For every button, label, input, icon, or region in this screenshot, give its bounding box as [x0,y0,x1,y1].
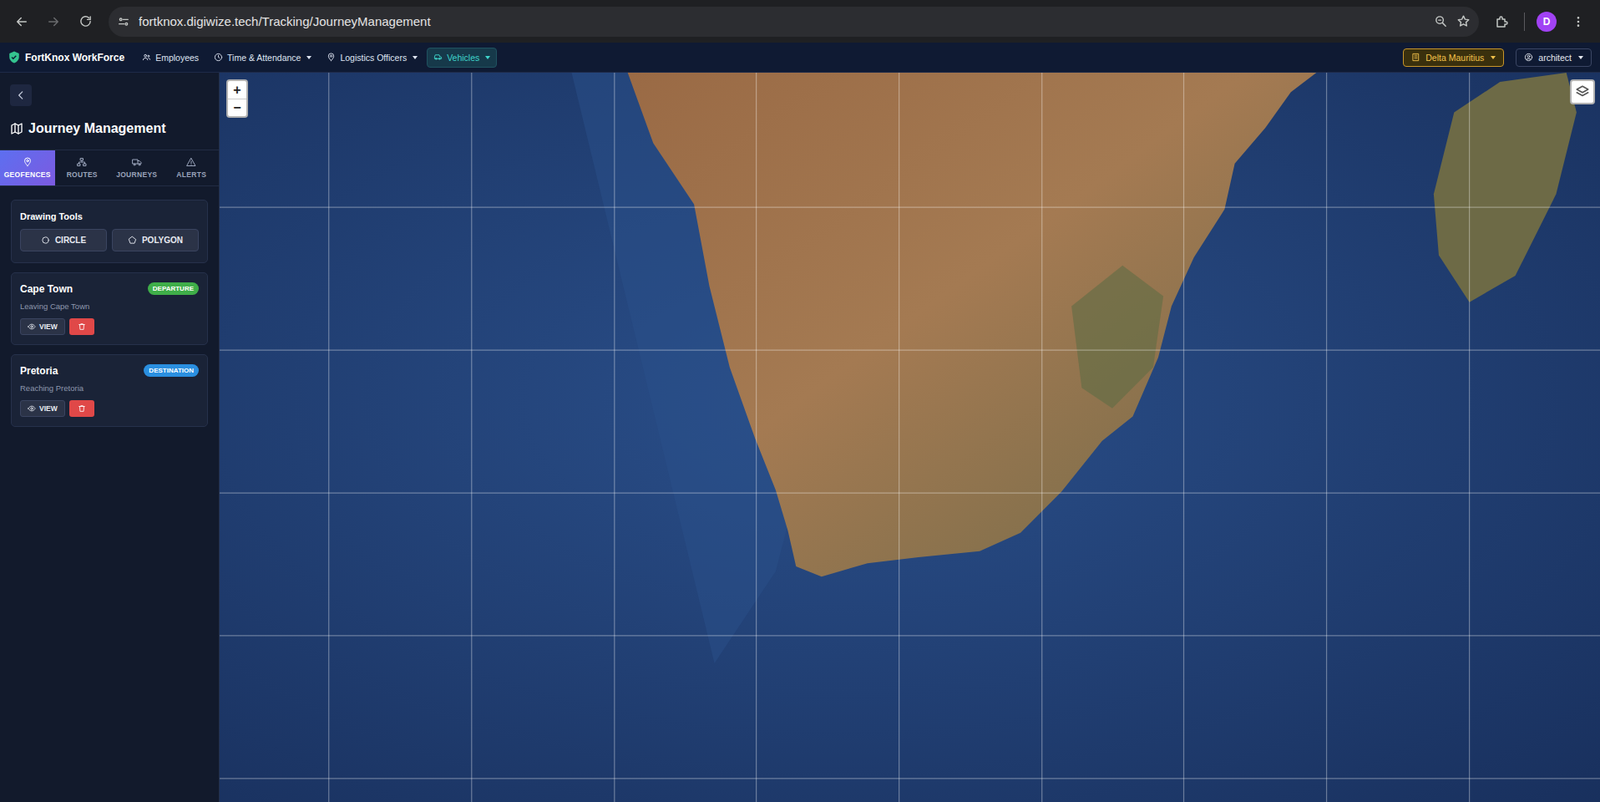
site-settings-icon [116,15,131,29]
tab[interactable]: ROUTES [55,150,111,186]
nav-label: Logistics Officers [339,52,407,63]
shield-logo-icon [8,50,21,64]
title-text: Journey Management [28,121,166,137]
pin-icon [22,156,33,168]
layer-switcher[interactable] [1569,79,1595,105]
tab-label: ALERTS [176,170,207,179]
route-icon [76,156,87,168]
page-title: Journey Management [0,106,219,150]
tab[interactable]: GEOFENCES [0,150,56,186]
menu-button[interactable] [1564,8,1592,36]
nav-item[interactable]: Vehicles [426,47,497,68]
app-navbar: FortKnox WorkForce Employees Time & Attend… [0,42,1600,73]
puzzle-icon [1494,14,1510,30]
reload-button[interactable] [71,8,99,36]
company-name: Delta Mauritius [1425,52,1484,63]
dropdown-caret-icon [1578,55,1584,60]
brand[interactable]: FortKnox WorkForce [8,50,125,64]
clock-icon [213,52,223,62]
company-selector[interactable]: Delta Mauritius [1402,48,1504,67]
tab-bar: GEOFENCES ROUTES JOURNEYS ALERTS [0,149,219,187]
geofence-description: Leaving Cape Town [20,301,199,311]
geofence-card: Pretoria DESTINATION Reaching Pretoria VIEW [10,354,208,427]
zoom-out-button[interactable]: − [227,98,247,117]
zoom-indicator[interactable] [1433,14,1449,29]
geofence-name: Pretoria [20,364,58,377]
nav-item[interactable]: Employees [136,48,205,67]
reload-icon [78,14,93,29]
back-button[interactable] [8,8,36,36]
nav-label: Time & Attendance [227,52,301,63]
profile-avatar: D [1536,11,1557,32]
bookmark[interactable] [1456,14,1471,29]
zoom-in-button[interactable]: + [227,81,247,99]
tab[interactable]: ALERTS [164,150,220,186]
browser-toolbar: fortknox.digiwize.tech/Tracking/JourneyM… [0,0,1600,43]
magnifier-icon [1433,14,1449,29]
toolbar-divider [1524,12,1525,31]
geofence-type-badge: DESTINATION [143,364,199,377]
chevron-left-icon [15,89,27,102]
warning-icon [186,156,197,168]
geofence-description: Reaching Pretoria [20,383,199,393]
pentagon-icon [127,235,137,245]
nav-label: Employees [155,52,199,63]
user-name: architect [1538,52,1572,63]
dropdown-caret-icon [485,55,491,60]
car-icon [433,52,443,62]
geofence-type-badge: DEPARTURE [147,282,199,295]
eye-icon [27,404,36,413]
forward-arrow-icon [45,14,61,30]
tab-label: GEOFENCES [4,170,51,179]
trash-icon [77,404,87,413]
profile-button[interactable]: D [1533,8,1560,36]
drawing-tools-panel: Drawing Tools CIRCLEPOLYGON [10,199,208,264]
kebab-icon [1571,15,1585,29]
dropdown-caret-icon [412,55,418,60]
forward-button[interactable] [40,8,67,36]
nav-label: Vehicles [446,52,480,63]
panel-title: Drawing Tools [20,211,199,222]
brand-name: FortKnox WorkForce [25,51,125,64]
draw-tool-button[interactable]: POLYGON [111,228,199,252]
trash-icon [77,322,87,331]
user-menu[interactable]: architect [1515,48,1592,67]
delete-button[interactable] [69,318,95,335]
truck-icon [131,156,142,168]
extensions-button[interactable] [1488,8,1516,36]
address-bar[interactable]: fortknox.digiwize.tech/Tracking/JourneyM… [108,6,1479,37]
star-icon [1456,14,1471,29]
tab-label: JOURNEYS [116,170,157,179]
zoom-control: +− [226,79,249,118]
geofence-card: Cape Town DEPARTURE Leaving Cape Town VIEW [10,272,208,345]
delete-button[interactable] [69,400,95,417]
building-icon [1411,52,1421,62]
collapse-button[interactable] [10,84,32,107]
tab-label: ROUTES [66,170,98,179]
nav-item[interactable]: Logistics Officers [320,48,424,67]
geofence-name: Cape Town [20,283,73,295]
view-button[interactable]: VIEW [20,400,66,417]
sidebar: Journey Management GEOFENCES ROUTES JOURNEY… [0,72,220,802]
tab[interactable]: JOURNEYS [109,150,165,186]
dropdown-caret-icon [1490,55,1496,60]
back-arrow-icon [14,14,30,30]
map-icon [10,121,24,136]
map[interactable]: +− [219,72,1600,802]
eye-icon [27,322,36,331]
people-icon [141,52,152,62]
satellite-map-image [219,72,1600,802]
draw-tool-button[interactable]: CIRCLE [20,228,107,252]
layers-icon [1574,84,1590,100]
main-area: Journey Management GEOFENCES ROUTES JOURNEY… [0,72,1600,802]
pin-icon [326,52,336,62]
url: fortknox.digiwize.tech/Tracking/JourneyM… [138,14,1426,29]
dropdown-caret-icon [306,55,312,60]
site-info[interactable] [116,15,131,29]
user-circle-icon [1524,52,1534,62]
nav-item[interactable]: Time & Attendance [207,48,318,67]
view-button[interactable]: VIEW [20,318,66,335]
circle-icon [40,235,51,245]
